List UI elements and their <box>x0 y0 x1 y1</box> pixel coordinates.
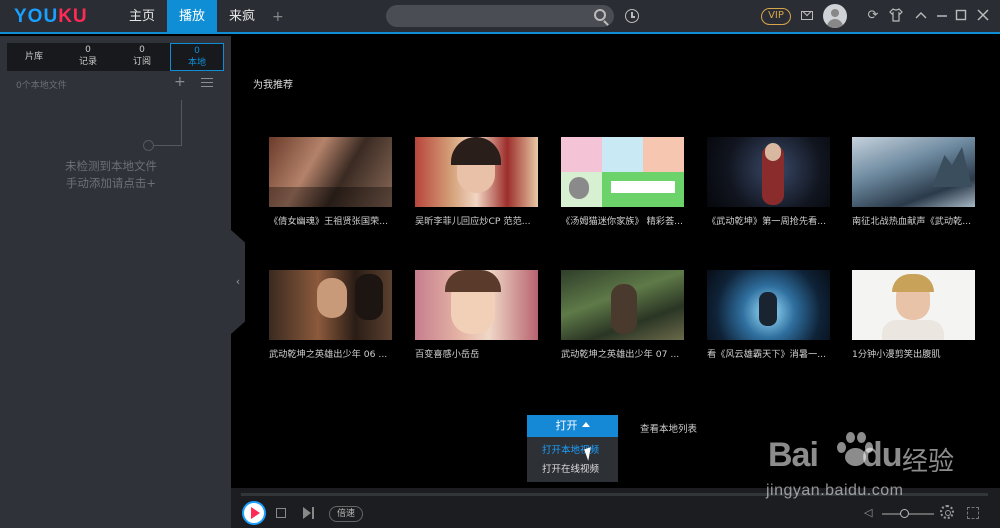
video-title[interactable]: 《倩女幽魂》王祖贤张国荣... <box>269 213 392 227</box>
menu-item-open-online-video[interactable]: 打开在线视频 <box>542 461 599 475</box>
paw-icon <box>837 432 873 466</box>
maximize-icon[interactable] <box>953 8 969 24</box>
video-thumbnail[interactable] <box>269 137 392 207</box>
logo-part-you: YOU <box>14 6 59 27</box>
view-local-list-link[interactable]: 查看本地列表 <box>640 421 697 435</box>
section-title: 为我推荐 <box>253 80 293 91</box>
video-card[interactable]: 百变喜感小岳岳 <box>415 270 538 360</box>
video-thumbnail[interactable] <box>269 270 392 340</box>
sidebar-tab-subscriptions[interactable]: 0 订阅 <box>115 43 169 71</box>
video-card[interactable]: 1分钟小漫剪笑出腹肌 <box>852 270 975 360</box>
video-title[interactable]: 百变喜感小岳岳 <box>415 346 538 360</box>
video-title[interactable]: 1分钟小漫剪笑出腹肌 <box>852 346 975 360</box>
tab-home[interactable]: 主页 <box>117 0 167 34</box>
sidebar-tab-label: 本地 <box>187 58 206 68</box>
history-icon[interactable] <box>625 9 639 23</box>
sidebar-tab-library[interactable]: 片库 <box>7 43 61 71</box>
video-card[interactable]: 《汤姆猫迷你家族》 精彩荟... <box>561 137 684 227</box>
video-title[interactable]: 南征北战热血献声《武动乾... <box>852 213 975 227</box>
hint-connector-dot <box>143 140 154 151</box>
video-title[interactable]: 《汤姆猫迷你家族》 精彩荟... <box>561 213 684 227</box>
play-button[interactable] <box>242 501 266 525</box>
search-icon[interactable] <box>594 9 606 21</box>
mail-icon[interactable] <box>801 11 813 20</box>
hint-connector-line <box>154 145 182 146</box>
sidebar-tab-local[interactable]: 0 本地 <box>170 43 224 71</box>
video-title[interactable]: 武动乾坤之英雄出少年 06 ... <box>269 346 392 360</box>
sidebar-tab-count: 0 <box>139 45 145 55</box>
next-button[interactable] <box>302 507 314 519</box>
video-card[interactable]: 武动乾坤之英雄出少年 06 ... <box>269 270 392 360</box>
logo-part-ku: KU <box>58 6 88 27</box>
baidu-jingyan-watermark: Bai du 经验 jingyan.baidu.com <box>762 424 998 504</box>
add-local-file-button[interactable]: + <box>174 74 186 90</box>
caret-up-icon <box>581 422 590 427</box>
video-thumbnail[interactable] <box>415 270 538 340</box>
sidebar-tab-count: 0 <box>194 46 200 56</box>
volume-knob[interactable] <box>900 509 909 518</box>
video-title[interactable]: 吴昕李菲儿回应炒CP 范范... <box>415 213 538 227</box>
hint-connector-line <box>181 100 182 145</box>
video-thumbnail[interactable] <box>561 137 684 207</box>
video-card[interactable]: 吴昕李菲儿回应炒CP 范范... <box>415 137 538 227</box>
empty-message-line2: 手动添加请点击+ <box>65 176 157 190</box>
add-tab-button[interactable]: + <box>272 0 284 34</box>
open-button[interactable]: 打开 <box>527 415 618 437</box>
empty-message-line1: 未检测到本地文件 <box>65 159 157 173</box>
video-thumbnail[interactable] <box>707 270 830 340</box>
sidebar-tabs: 片库 0 记录 0 订阅 0 本地 <box>7 43 224 71</box>
video-card[interactable]: 武动乾坤之英雄出少年 07 ... <box>561 270 684 360</box>
video-thumbnail[interactable] <box>852 137 975 207</box>
top-bar: YOUKU 主页 播放 来疯 + VIP ⟳ <box>0 0 1000 34</box>
video-card[interactable]: 看《风云雄霸天下》消暑一... <box>707 270 830 360</box>
video-thumbnail[interactable] <box>707 137 830 207</box>
watermark-text-bai: Bai <box>768 436 819 474</box>
refresh-icon[interactable]: ⟳ <box>865 8 881 24</box>
sidebar-tab-label: 记录 <box>78 57 97 67</box>
avatar[interactable] <box>823 4 847 28</box>
sidebar-tab-label: 订阅 <box>132 57 151 67</box>
skin-icon[interactable] <box>888 8 904 24</box>
watermark-text-jingyan: 经验 <box>902 447 955 477</box>
stop-button[interactable] <box>276 508 286 518</box>
video-title[interactable]: 武动乾坤之英雄出少年 07 ... <box>561 346 684 360</box>
sidebar-tab-history[interactable]: 0 记录 <box>61 43 115 71</box>
video-thumbnail[interactable] <box>415 137 538 207</box>
sidebar: 片库 0 记录 0 订阅 0 本地 0个本地文件 + 未检测到本地文件 手动添加… <box>0 36 231 528</box>
vip-badge[interactable]: VIP <box>761 8 791 25</box>
close-icon[interactable] <box>975 8 991 24</box>
video-title[interactable]: 看《风云雄霸天下》消暑一... <box>707 346 830 360</box>
video-card[interactable]: 南征北战热血献声《武动乾... <box>852 137 975 227</box>
minimize-icon[interactable] <box>934 8 950 24</box>
video-title[interactable]: 《武动乾坤》第一周抢先看... <box>707 213 830 227</box>
tab-laifeng[interactable]: 来疯 <box>217 0 267 34</box>
sidebar-tab-label: 片库 <box>24 52 43 62</box>
tab-play[interactable]: 播放 <box>167 0 217 34</box>
open-button-label: 打开 <box>555 419 578 432</box>
sidebar-collapse-handle[interactable]: ‹ <box>231 230 245 334</box>
search-input[interactable] <box>386 5 614 27</box>
local-file-count: 0个本地文件 <box>16 81 67 91</box>
video-card[interactable]: 《倩女幽魂》王祖贤张国荣... <box>269 137 392 227</box>
volume-icon[interactable]: ◁ <box>864 507 874 518</box>
speed-button[interactable]: 倍速 <box>329 506 363 522</box>
video-card[interactable]: 《武动乾坤》第一周抢先看... <box>707 137 830 227</box>
sort-icon[interactable] <box>201 78 213 87</box>
youku-logo[interactable]: YOUKU <box>14 6 88 28</box>
watermark-url: jingyan.baidu.com <box>766 482 904 499</box>
watermark-brand-latin: Bai du <box>768 436 902 475</box>
mini-mode-icon[interactable] <box>913 8 929 24</box>
video-thumbnail[interactable] <box>852 270 975 340</box>
sidebar-tab-count: 0 <box>85 45 91 55</box>
open-menu: 打开本地视频 打开在线视频 <box>527 437 618 482</box>
video-thumbnail[interactable] <box>561 270 684 340</box>
fullscreen-icon[interactable] <box>967 507 979 519</box>
settings-icon[interactable] <box>940 505 954 519</box>
